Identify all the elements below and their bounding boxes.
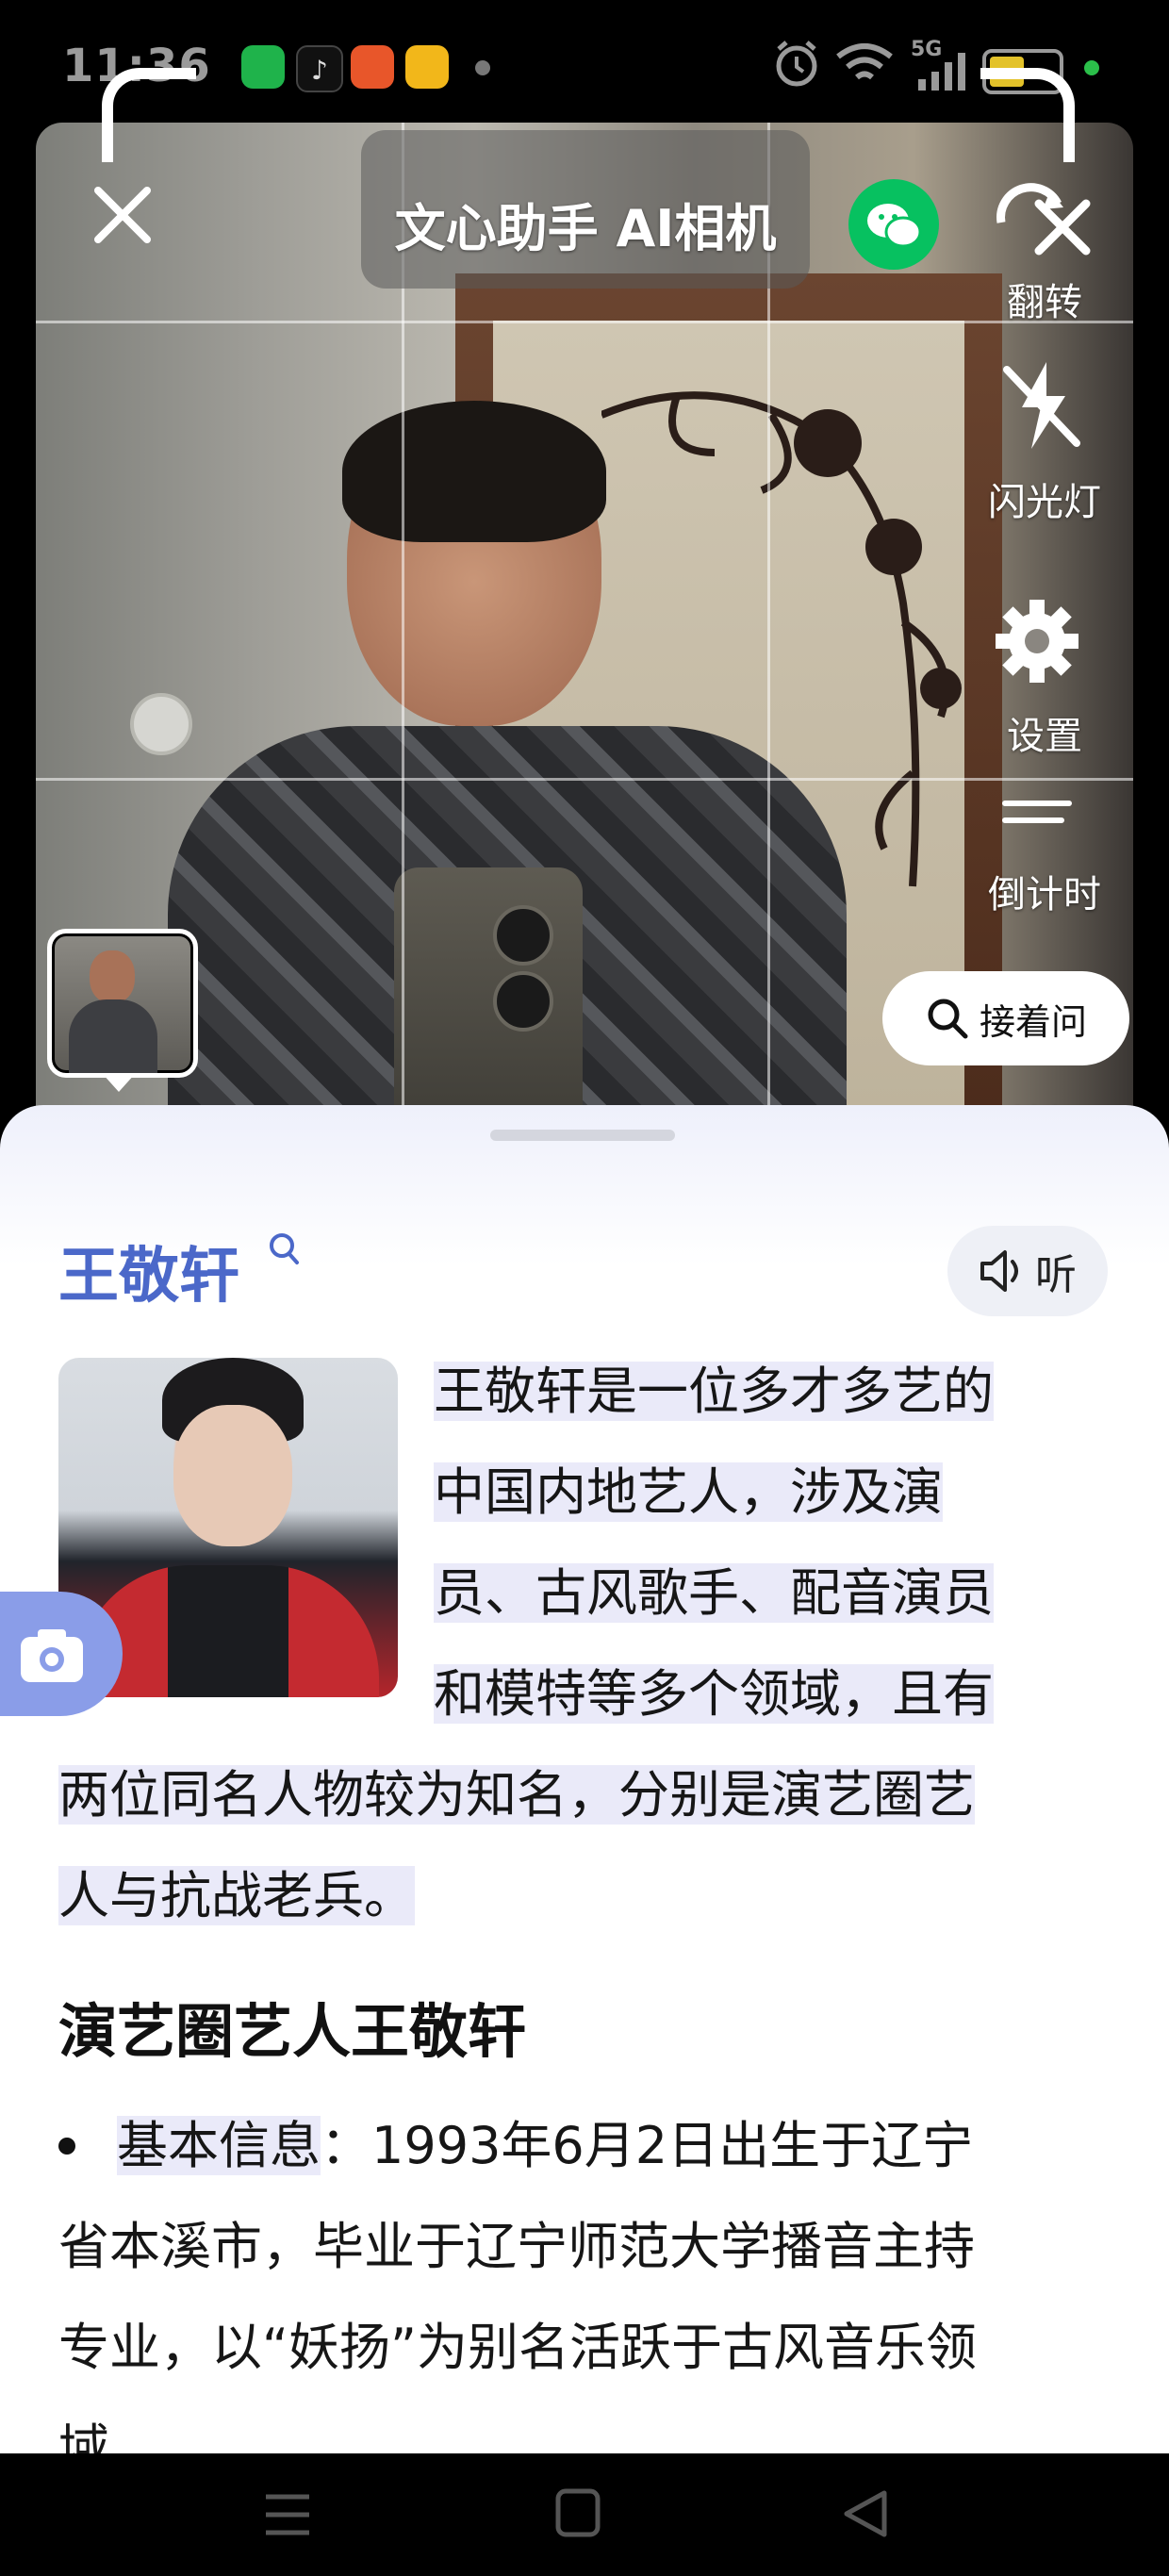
back-icon[interactable] [839,2487,890,2540]
intro-line: 王敬轩是一位多才多艺的 [434,1362,994,1421]
listen-label: 听 [1035,1251,1077,1299]
wall-switch-scene [130,693,192,755]
bullet-line: 基本信息：1993年6月2日出生于辽宁 [117,2116,974,2175]
grid-line [36,321,1133,323]
home-icon[interactable] [554,2487,601,2538]
camera-title: 文心助手 AI相机 [394,199,777,258]
floating-camera-button[interactable] [0,1592,123,1716]
sheet-drag-handle[interactable] [490,1130,675,1141]
wechat-share-button[interactable] [848,179,939,270]
bullet-line: 省本溪市，毕业于辽宁师范大学播音主持 [58,2217,975,2276]
ask-followup-button[interactable]: 接着问 [882,971,1129,1065]
bullet-dot [58,2138,75,2155]
entity-name[interactable]: 王敬轩 [58,1228,239,1314]
intro-line: 和模特等多个领域，且有 [434,1664,994,1724]
alarm-icon [773,38,820,94]
svg-text:♪: ♪ [311,55,328,86]
listen-button[interactable]: 听 [947,1226,1108,1316]
flip-label: 翻转 [1007,281,1082,324]
tiktok-app-icon: ♪ [296,45,343,92]
timer-button[interactable] [999,792,1075,843]
timer-label: 倒计时 [988,873,1101,916]
flash-button[interactable] [990,358,1094,456]
captured-photo-thumbnail[interactable] [47,929,198,1078]
timer-icon [1002,801,1072,823]
gear-icon [996,600,1078,683]
intro-line: 员、古风歌手、配音演员 [434,1563,994,1623]
signal-icon [916,53,973,94]
taobao-app-icon [351,45,394,89]
close-camera-button[interactable] [89,181,156,253]
bullet-line: 域。 [58,2419,160,2453]
flash-label: 闪光灯 [988,481,1101,524]
camera-icon [21,1629,83,1682]
speaker-icon [980,1250,1018,1292]
green-indicator-dot-icon [1084,60,1099,75]
system-navigation-bar [0,2453,1169,2576]
wifi-icon [834,41,895,91]
bullet-line: 专业，以“妖扬”为别名活跃于古风音乐领 [58,2318,977,2377]
flash-off-icon [1003,362,1080,449]
search-icon[interactable] [268,1231,300,1265]
weibo-app-icon [405,45,449,89]
ask-followup-label: 接着问 [979,1000,1087,1043]
flip-camera-icon [996,183,1091,256]
menu-icon[interactable] [262,2491,313,2538]
wechat-app-icon [241,45,285,89]
search-icon [928,999,968,1039]
section-heading: 演艺圈艺人王敬轩 [58,1997,527,2066]
flip-camera-button[interactable] [982,175,1095,264]
notification-dot-icon [475,60,490,75]
intro-line: 中国内地艺人，涉及演 [434,1462,943,1522]
grid-line [36,778,1133,781]
settings-button[interactable] [990,594,1084,692]
settings-label: 设置 [1007,715,1082,758]
result-sheet[interactable]: 王敬轩 听 王敬轩是一位多才多艺的 中国内地艺人，涉及演 员、古风歌手、配音演员… [0,1105,1169,2453]
bullet-key[interactable]: 基本信息 [117,2116,321,2175]
person-hair-scene [342,401,606,542]
scan-bracket-top-right [980,68,1075,162]
intro-line: 人与抗战老兵。 [58,1866,415,1925]
scan-bracket-top-left [102,68,196,162]
thumbnail-pointer-icon [102,1073,136,1092]
phone-in-hand-scene [394,867,583,1141]
wechat-icon [867,204,922,248]
intro-line: 两位同名人物较为知名，分别是演艺圈艺 [58,1765,975,1825]
